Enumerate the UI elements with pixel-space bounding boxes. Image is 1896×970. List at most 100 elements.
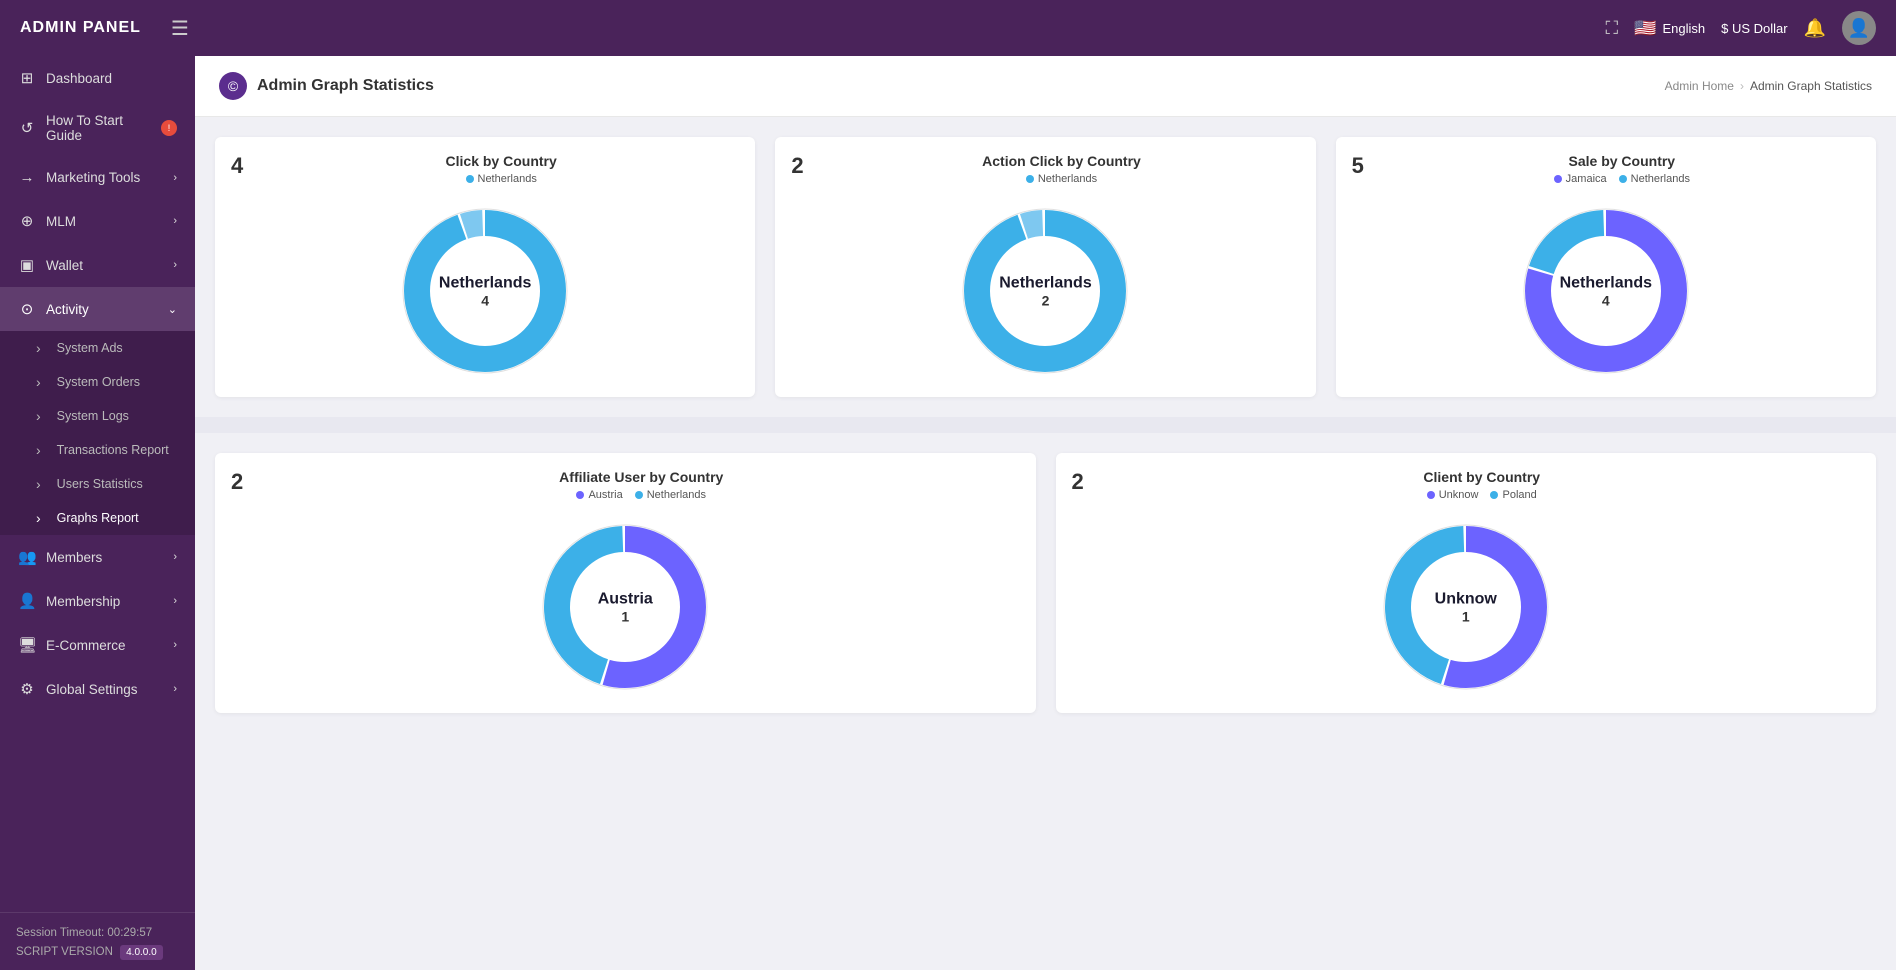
breadcrumb-home[interactable]: Admin Home (1665, 79, 1734, 93)
legend-dot (576, 491, 584, 499)
page-header-icon: © (219, 72, 247, 100)
membership-icon: 👤 (18, 592, 36, 610)
notification-bell-wrapper: 🔔 (1804, 18, 1826, 39)
sidebar-item-mlm[interactable]: ⊕ MLM › (0, 199, 195, 243)
sidebar-label-marketing-tools: Marketing Tools (46, 170, 163, 185)
legend-dot (1554, 175, 1562, 183)
bell-icon[interactable]: 🔔 (1804, 18, 1826, 38)
chevron-right-icon-members: › (173, 551, 177, 563)
legend-dot (466, 175, 474, 183)
brand-title: ADMIN PANEL (20, 19, 141, 37)
donut-wrapper: Netherlands 4 (395, 201, 575, 381)
legend-label: Poland (1502, 489, 1536, 501)
sidebar-label-users-statistics: Users Statistics (57, 477, 177, 491)
legend-row: Jamaica Netherlands (1554, 173, 1690, 185)
sidebar-label-ecommerce: E-Commerce (46, 638, 163, 653)
donut-wrapper: Netherlands 2 (955, 201, 1135, 381)
legend-dot (1490, 491, 1498, 499)
sidebar-item-dashboard[interactable]: ⊞ Dashboard (0, 56, 195, 100)
breadcrumb: Admin Home › Admin Graph Statistics (1665, 79, 1872, 93)
legend-label: Netherlands (1631, 173, 1690, 185)
donut-svg (1516, 201, 1696, 381)
user-avatar[interactable]: 👤 (1842, 11, 1876, 45)
chart-card-header: 5 Sale by Country Jamaica Netherlands (1352, 153, 1860, 185)
legend-item: Austria (576, 489, 622, 501)
sidebar-label-system-orders: System Orders (57, 375, 177, 389)
sidebar-item-global-settings[interactable]: ⚙ Global Settings › (0, 667, 195, 711)
chart-card-click-by-country: 4 Click by Country Netherlands Netherlan… (215, 137, 755, 397)
legend-item: Poland (1490, 489, 1536, 501)
session-timeout: Session Timeout: 00:29:57 (16, 927, 179, 939)
charts-row-1: 4 Click by Country Netherlands Netherlan… (215, 137, 1876, 397)
sidebar-label-membership: Membership (46, 594, 163, 609)
dashboard-icon: ⊞ (18, 69, 36, 87)
chevron-right-icon-wallet: › (173, 259, 177, 271)
activity-submenu: System Ads System Orders System Logs Tra… (0, 331, 195, 535)
donut-wrapper: Netherlands 4 (1516, 201, 1696, 381)
sidebar-item-marketing-tools[interactable]: → Marketing Tools › (0, 156, 195, 199)
sidebar-item-system-ads[interactable]: System Ads (0, 331, 195, 365)
script-version-label: SCRIPT VERSION (16, 946, 113, 958)
sidebar-item-membership[interactable]: 👤 Membership › (0, 579, 195, 623)
legend-row: Netherlands (1026, 173, 1097, 185)
chevron-right-icon: › (173, 172, 177, 184)
currency-selector[interactable]: $ US Dollar (1721, 21, 1787, 36)
activity-icon: ⊙ (18, 300, 36, 318)
page-title: Admin Graph Statistics (257, 77, 434, 95)
content-area: 4 Click by Country Netherlands Netherlan… (195, 117, 1896, 970)
hamburger-menu[interactable]: ☰ (171, 16, 1606, 41)
sidebar-item-wallet[interactable]: ▣ Wallet › (0, 243, 195, 287)
donut-svg (535, 517, 715, 697)
legend-label: Netherlands (1038, 173, 1097, 185)
main-layout: ⊞ Dashboard ↺ How To Start Guide ! → Mar… (0, 56, 1896, 970)
chart-title: Affiliate User by Country (559, 469, 723, 485)
fullscreen-icon[interactable]: ⛶ (1605, 18, 1618, 39)
chart-info: Client by Country Unknow Poland (1104, 469, 1861, 501)
sidebar-label-how-to-start: How To Start Guide (46, 113, 151, 143)
sidebar-item-system-logs[interactable]: System Logs (0, 399, 195, 433)
donut-svg (1376, 517, 1556, 697)
sidebar-item-users-statistics[interactable]: Users Statistics (0, 467, 195, 501)
legend-item: Netherlands (466, 173, 537, 185)
chart-card-affiliate-user-by-country: 2 Affiliate User by Country Austria Neth… (215, 453, 1036, 713)
global-settings-icon: ⚙ (18, 680, 36, 698)
sidebar-label-mlm: MLM (46, 214, 163, 229)
top-header: ADMIN PANEL ☰ ⛶ 🇺🇸 English $ US Dollar 🔔… (0, 0, 1896, 56)
legend-dot (1619, 175, 1627, 183)
sidebar-label-system-logs: System Logs (57, 409, 177, 423)
legend-item: Netherlands (1619, 173, 1690, 185)
sidebar-item-members[interactable]: 👥 Members › (0, 535, 195, 579)
sidebar-item-system-orders[interactable]: System Orders (0, 365, 195, 399)
sidebar-label-wallet: Wallet (46, 258, 163, 273)
chart-title: Sale by Country (1569, 153, 1676, 169)
donut-wrapper: Unknow 1 (1376, 517, 1556, 697)
legend-dot (1427, 491, 1435, 499)
chart-info: Action Click by Country Netherlands (823, 153, 1299, 185)
sidebar-item-graphs-report[interactable]: Graphs Report (0, 501, 195, 535)
chart-card-header: 2 Client by Country Unknow Poland (1072, 469, 1861, 501)
chart-count: 2 (791, 153, 815, 179)
breadcrumb-current: Admin Graph Statistics (1750, 79, 1872, 93)
legend-dot (635, 491, 643, 499)
main-content: © Admin Graph Statistics Admin Home › Ad… (195, 56, 1896, 970)
version-badge: 4.0.0.0 (120, 945, 163, 960)
chart-card-action-click-by-country: 2 Action Click by Country Netherlands Ne… (775, 137, 1315, 397)
legend-item: Netherlands (1026, 173, 1097, 185)
sidebar-item-how-to-start[interactable]: ↺ How To Start Guide ! (0, 100, 195, 156)
legend-label: Unknow (1439, 489, 1479, 501)
sidebar-item-activity[interactable]: ⊙ Activity ⌄ (0, 287, 195, 331)
chevron-right-icon-ecommerce: › (173, 639, 177, 651)
legend-item: Jamaica (1554, 173, 1607, 185)
chart-count: 2 (231, 469, 255, 495)
language-selector[interactable]: 🇺🇸 English (1634, 18, 1705, 39)
sidebar-label-global-settings: Global Settings (46, 682, 163, 697)
donut-wrapper: Austria 1 (535, 517, 715, 697)
chart-count: 2 (1072, 469, 1096, 495)
sidebar-item-transactions-report[interactable]: Transactions Report (0, 433, 195, 467)
members-icon: 👥 (18, 548, 36, 566)
language-label: English (1662, 21, 1705, 36)
chart-title: Client by Country (1423, 469, 1540, 485)
chart-title: Click by Country (446, 153, 557, 169)
sidebar-item-ecommerce[interactable]: 🖥 E-Commerce › (0, 623, 195, 667)
sidebar-label-graphs-report: Graphs Report (57, 511, 177, 525)
